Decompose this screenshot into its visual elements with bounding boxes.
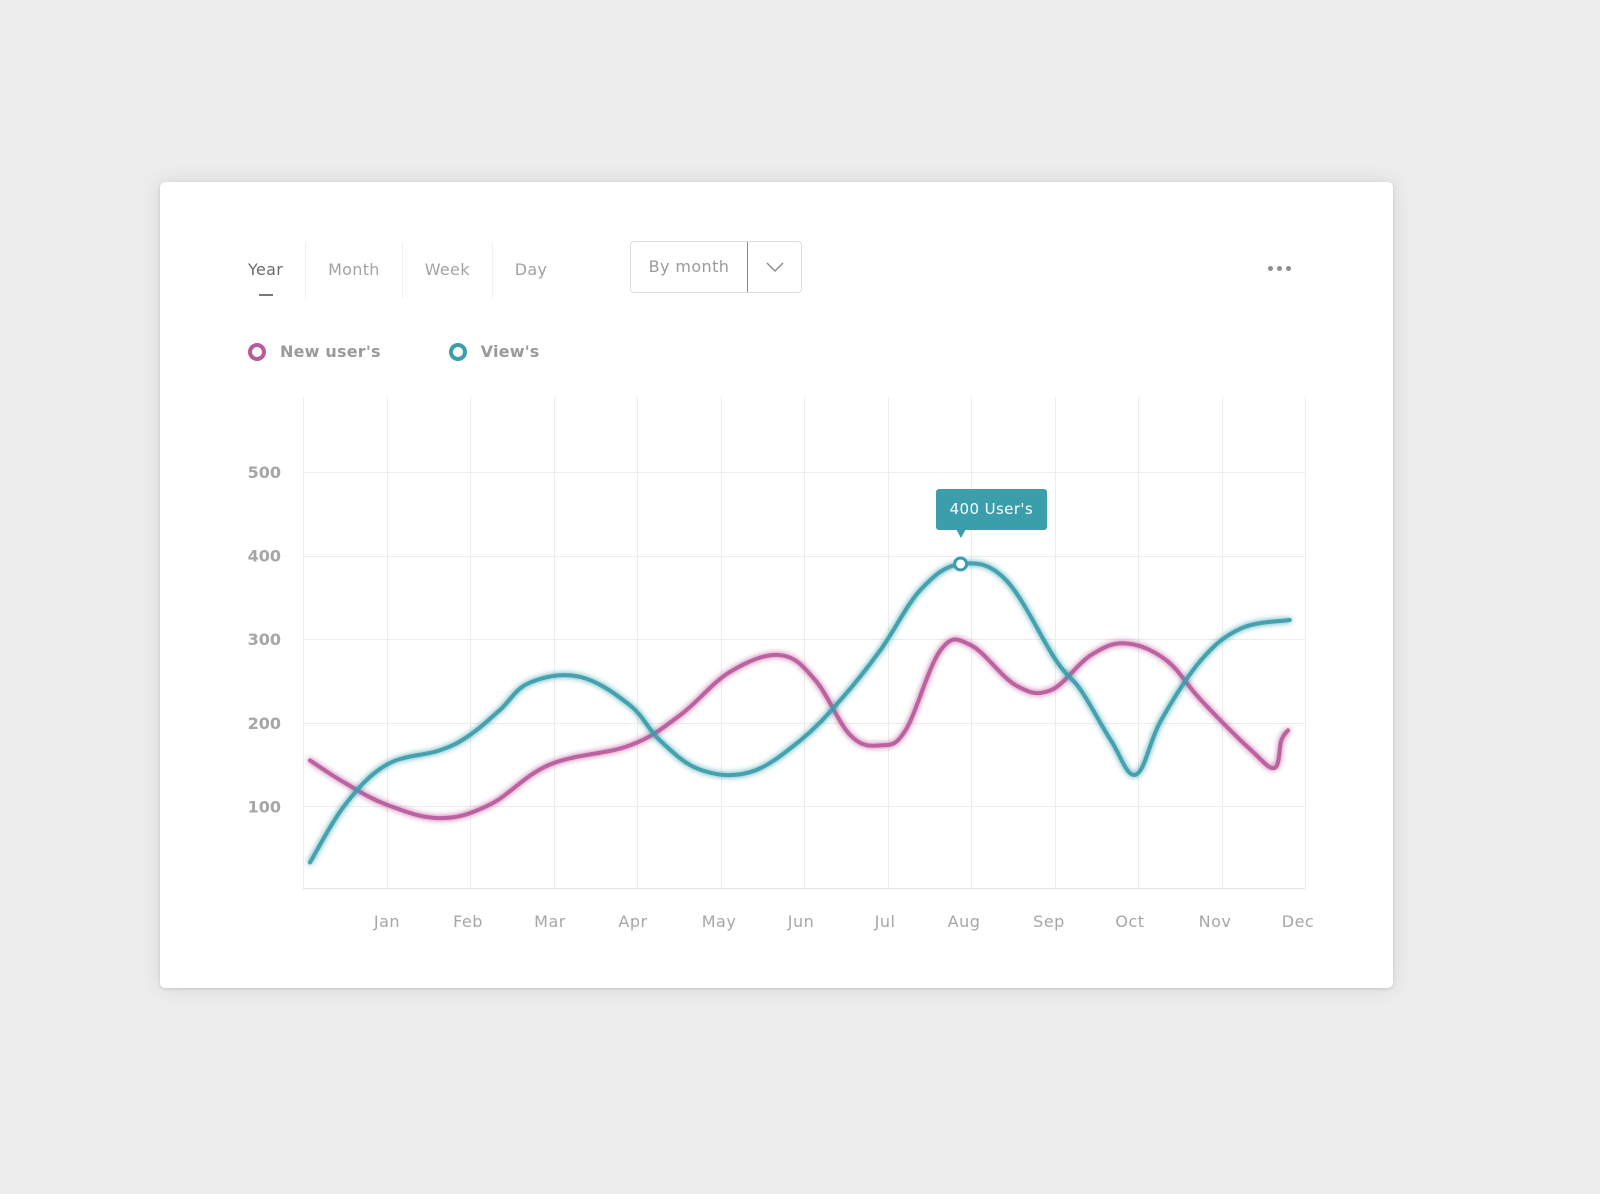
y-tick-label: 100: [248, 797, 281, 816]
y-tick-label: 500: [248, 463, 281, 482]
x-tick-label: Sep: [1033, 912, 1065, 931]
x-tick-label: Apr: [618, 912, 647, 931]
line-chart: 100 200 300 400 500 Jan Feb Mar Apr May Jun Jul Aug…: [248, 397, 1314, 931]
x-tick-label: Jun: [787, 912, 815, 931]
x-tick-label: Jan: [373, 912, 400, 931]
chart-card: Year Month Week Day By month New user's: [160, 182, 1393, 988]
x-axis-ticks: Jan Feb Mar Apr May Jun Jul Aug Sep Oct Nov Dec: [373, 912, 1314, 931]
data-point-marker: [953, 556, 969, 572]
grid: [303, 397, 1306, 889]
y-tick-label: 400: [248, 547, 281, 566]
x-tick-label: Nov: [1199, 912, 1232, 931]
series: [308, 561, 1292, 865]
x-tick-label: Aug: [948, 912, 981, 931]
x-tick-label: Jul: [874, 912, 896, 931]
annotation-marker: [953, 556, 969, 572]
x-tick-label: Dec: [1282, 912, 1314, 931]
series-line-new-user-s: [308, 637, 1290, 821]
y-tick-label: 300: [248, 630, 281, 649]
y-axis-ticks: 100 200 300 400 500: [248, 463, 281, 816]
x-tick-label: Mar: [534, 912, 566, 931]
value-tooltip: 400 User's: [935, 488, 1048, 538]
y-tick-label: 200: [248, 714, 281, 733]
x-tick-label: Feb: [453, 912, 483, 931]
x-tick-label: May: [702, 912, 737, 931]
x-tick-label: Oct: [1115, 912, 1144, 931]
